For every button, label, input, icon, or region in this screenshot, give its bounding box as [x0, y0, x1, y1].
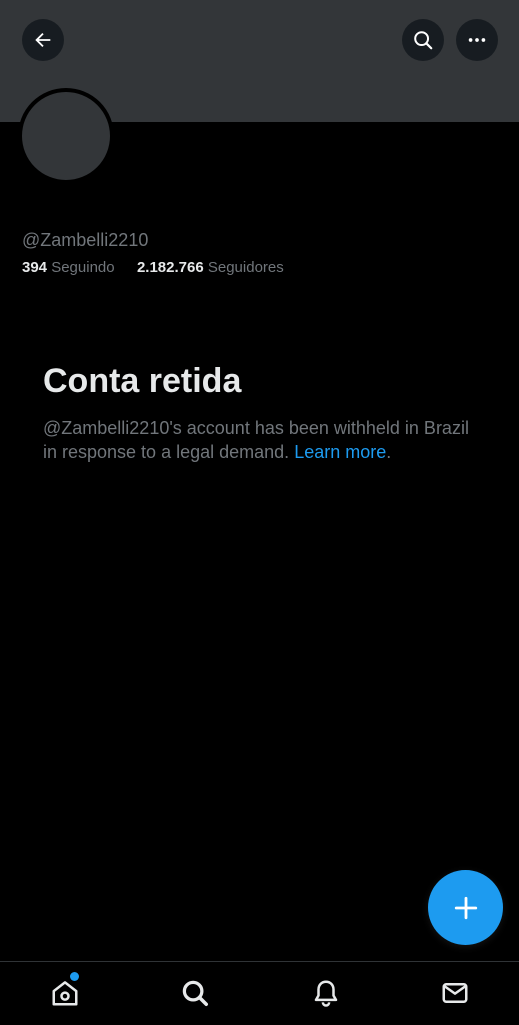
- home-icon: [52, 981, 78, 1006]
- withheld-message: @Zambelli2210's account has been withhel…: [43, 416, 473, 464]
- plus-icon: [454, 896, 477, 919]
- back-button[interactable]: [22, 19, 64, 61]
- nav-home[interactable]: [48, 976, 82, 1010]
- mail-icon: [442, 983, 468, 1003]
- nav-messages[interactable]: [438, 976, 472, 1010]
- nav-explore[interactable]: [178, 976, 212, 1010]
- followers-count: 2.182.766: [136, 259, 204, 276]
- withheld-body-text: @Zambelli2210's account has been withhel…: [43, 418, 469, 462]
- withheld-title: Conta retida: [43, 362, 242, 400]
- bottom-navigation: [0, 961, 519, 1025]
- profile-handle: @Zambelli2210: [22, 230, 149, 250]
- following-count: 394: [22, 259, 48, 276]
- search-icon: [182, 980, 208, 1006]
- avatar[interactable]: [18, 88, 114, 184]
- followers-label: Seguidores: [207, 259, 284, 276]
- search-button[interactable]: [402, 19, 444, 61]
- withheld-trailing: .: [386, 442, 392, 462]
- following-label: Seguindo: [51, 259, 115, 276]
- arrow-left-icon: [35, 32, 51, 48]
- followers-link[interactable]: 2.182.766 Seguidores: [137, 259, 284, 276]
- following-link[interactable]: 394 Seguindo: [22, 259, 119, 276]
- notification-dot: [70, 972, 79, 981]
- search-icon: [414, 31, 433, 50]
- nav-notifications[interactable]: [309, 976, 343, 1010]
- more-options-button[interactable]: [456, 19, 498, 61]
- more-horizontal-icon: [468, 38, 486, 42]
- profile-stats: 394 Seguindo 2.182.766 Seguidores: [22, 259, 284, 276]
- learn-more-link[interactable]: Learn more: [294, 442, 386, 462]
- bell-icon: [314, 980, 338, 1007]
- compose-button[interactable]: [428, 870, 503, 945]
